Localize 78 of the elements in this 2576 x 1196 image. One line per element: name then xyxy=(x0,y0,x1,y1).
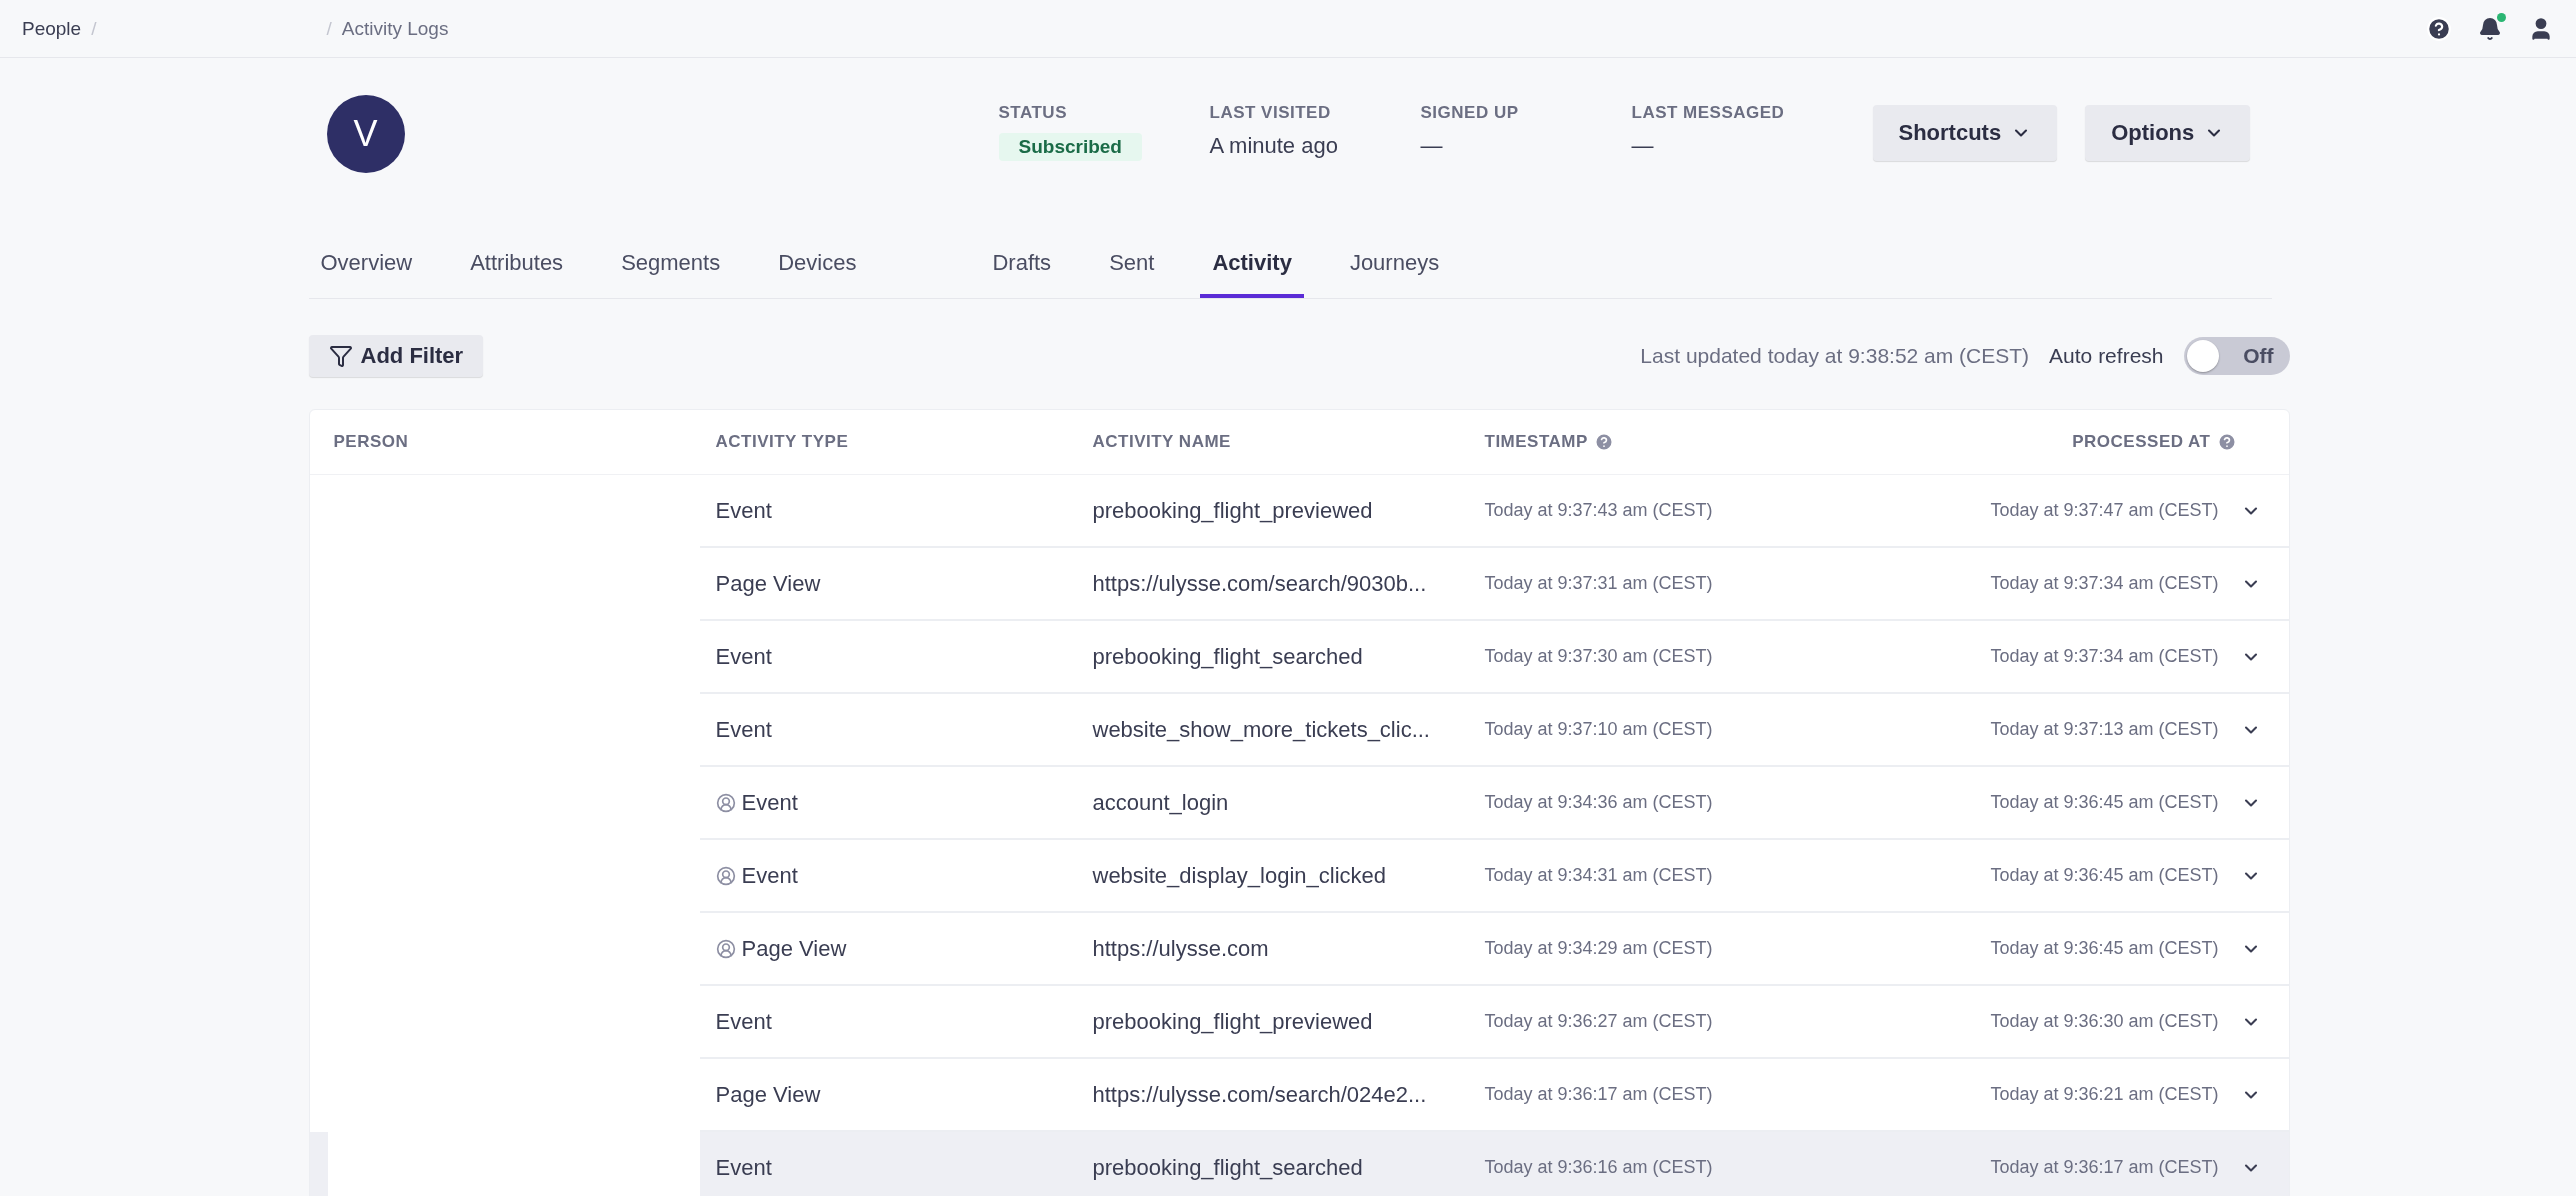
processed-at-cell: Today at 9:36:45 am (CEST) xyxy=(1990,792,2219,813)
breadcrumb-separator: / xyxy=(326,17,332,40)
breadcrumb-separator: / xyxy=(91,17,97,40)
column-header: TIMESTAMP xyxy=(1484,432,1588,452)
timestamp-cell: Today at 9:36:17 am (CEST) xyxy=(1484,1084,1713,1105)
activity-name-cell: https://ulysse.com/search/9030b... xyxy=(1092,570,1427,597)
column-header: PROCESSED AT xyxy=(2072,432,2211,452)
activity-type-cell: Event xyxy=(715,862,798,889)
add-filter-button[interactable]: Add Filter xyxy=(308,335,484,377)
tab[interactable]: Journeys xyxy=(1337,250,1452,298)
auto-refresh-label: Auto refresh xyxy=(2049,344,2164,368)
avatar: V xyxy=(326,95,405,173)
tab[interactable]: Devices xyxy=(766,250,869,298)
processed-at-cell: Today at 9:37:34 am (CEST) xyxy=(1990,646,2219,667)
activity-type-cell: Page View xyxy=(715,570,821,597)
person-icon xyxy=(715,865,736,886)
timestamp-cell: Today at 9:34:29 am (CEST) xyxy=(1484,938,1713,959)
activity-type-cell: Event xyxy=(715,643,772,670)
processed-at-cell: Today at 9:37:47 am (CEST) xyxy=(1990,500,2219,521)
breadcrumb-link[interactable]: Activity Logs xyxy=(341,17,449,40)
activity-type-cell: Event xyxy=(715,1154,772,1181)
stat-label: LAST MESSAGED xyxy=(1631,103,1786,123)
column-header: ACTIVITY TYPE xyxy=(715,432,849,452)
filter-icon xyxy=(328,344,353,368)
tab[interactable]: Drafts xyxy=(980,250,1064,298)
processed-at-cell: Today at 9:36:21 am (CEST) xyxy=(1990,1084,2219,1105)
activity-name-cell: prebooking_flight_searched xyxy=(1092,643,1363,670)
processed-at-cell: Today at 9:36:45 am (CEST) xyxy=(1990,938,2219,959)
stat-value: — xyxy=(1631,133,1655,159)
activity-name-cell: website_display_login_clicked xyxy=(1092,862,1386,889)
stat-label: LAST VISITED xyxy=(1209,103,1332,123)
column-header: ACTIVITY NAME xyxy=(1092,432,1231,452)
timestamp-cell: Today at 9:37:10 am (CEST) xyxy=(1484,719,1713,740)
status-badge: Subscribed xyxy=(998,133,1142,161)
timestamp-cell: Today at 9:34:36 am (CEST) xyxy=(1484,792,1713,813)
activity-type-cell: Event xyxy=(715,1008,772,1035)
dropdown-button[interactable]: Shortcuts xyxy=(1872,105,2058,161)
activity-type-cell: Event xyxy=(715,497,772,524)
last-updated-text: Last updated today at 9:38:52 am (CEST) xyxy=(1640,344,2030,368)
stat-value: A minute ago xyxy=(1209,133,1339,159)
processed-at-cell: Today at 9:37:34 am (CEST) xyxy=(1990,573,2219,594)
column-header: PERSON xyxy=(333,432,409,452)
timestamp-cell: Today at 9:36:27 am (CEST) xyxy=(1484,1011,1713,1032)
tab[interactable]: Segments xyxy=(609,250,733,298)
processed-at-cell: Today at 9:36:30 am (CEST) xyxy=(1990,1011,2219,1032)
tab[interactable]: Attributes xyxy=(458,250,576,298)
breadcrumb-link[interactable]: People xyxy=(22,17,82,40)
dropdown-button[interactable]: Options xyxy=(2085,105,2251,161)
activity-name-cell: https://ulysse.com xyxy=(1092,935,1269,962)
person-icon xyxy=(715,792,736,813)
tab[interactable]: Activity xyxy=(1200,250,1304,298)
processed-at-cell: Today at 9:37:13 am (CEST) xyxy=(1990,719,2219,740)
timestamp-cell: Today at 9:37:30 am (CEST) xyxy=(1484,646,1713,667)
activity-name-cell: website_show_more_tickets_clic... xyxy=(1092,716,1430,743)
activity-name-cell: account_login xyxy=(1092,789,1229,816)
activity-type-cell: Event xyxy=(715,716,772,743)
stat-value: — xyxy=(1420,133,1444,159)
activity-name-cell: prebooking_flight_previewed xyxy=(1092,1008,1373,1035)
auto-refresh-toggle[interactable]: Off xyxy=(2183,337,2290,375)
timestamp-cell: Today at 9:37:43 am (CEST) xyxy=(1484,500,1713,521)
table-row[interactable]: Event prebooking_flight_searched Today at 9:36:16 am (CEST) Today at 9:36:17 am (CEST) xyxy=(309,1132,2289,1196)
activity-type-cell: Page View xyxy=(715,935,847,962)
activity-name-cell: prebooking_flight_searched xyxy=(1092,1154,1363,1181)
help-icon[interactable] xyxy=(2426,15,2452,42)
tab[interactable]: Sent xyxy=(1097,250,1167,298)
tab[interactable]: Overview xyxy=(308,250,425,298)
stat-label: STATUS xyxy=(998,103,1068,123)
activity-type-cell: Page View xyxy=(715,1081,821,1108)
person-icon xyxy=(715,938,736,959)
activity-name-cell: prebooking_flight_previewed xyxy=(1092,497,1373,524)
timestamp-cell: Today at 9:37:31 am (CEST) xyxy=(1484,573,1713,594)
activity-type-cell: Event xyxy=(715,789,798,816)
processed-at-cell: Today at 9:36:45 am (CEST) xyxy=(1990,865,2219,886)
timestamp-cell: Today at 9:36:16 am (CEST) xyxy=(1484,1157,1713,1178)
stat-label: SIGNED UP xyxy=(1420,103,1520,123)
processed-at-cell: Today at 9:36:17 am (CEST) xyxy=(1990,1157,2219,1178)
activity-name-cell: https://ulysse.com/search/024e2... xyxy=(1092,1081,1427,1108)
timestamp-cell: Today at 9:34:31 am (CEST) xyxy=(1484,865,1713,886)
